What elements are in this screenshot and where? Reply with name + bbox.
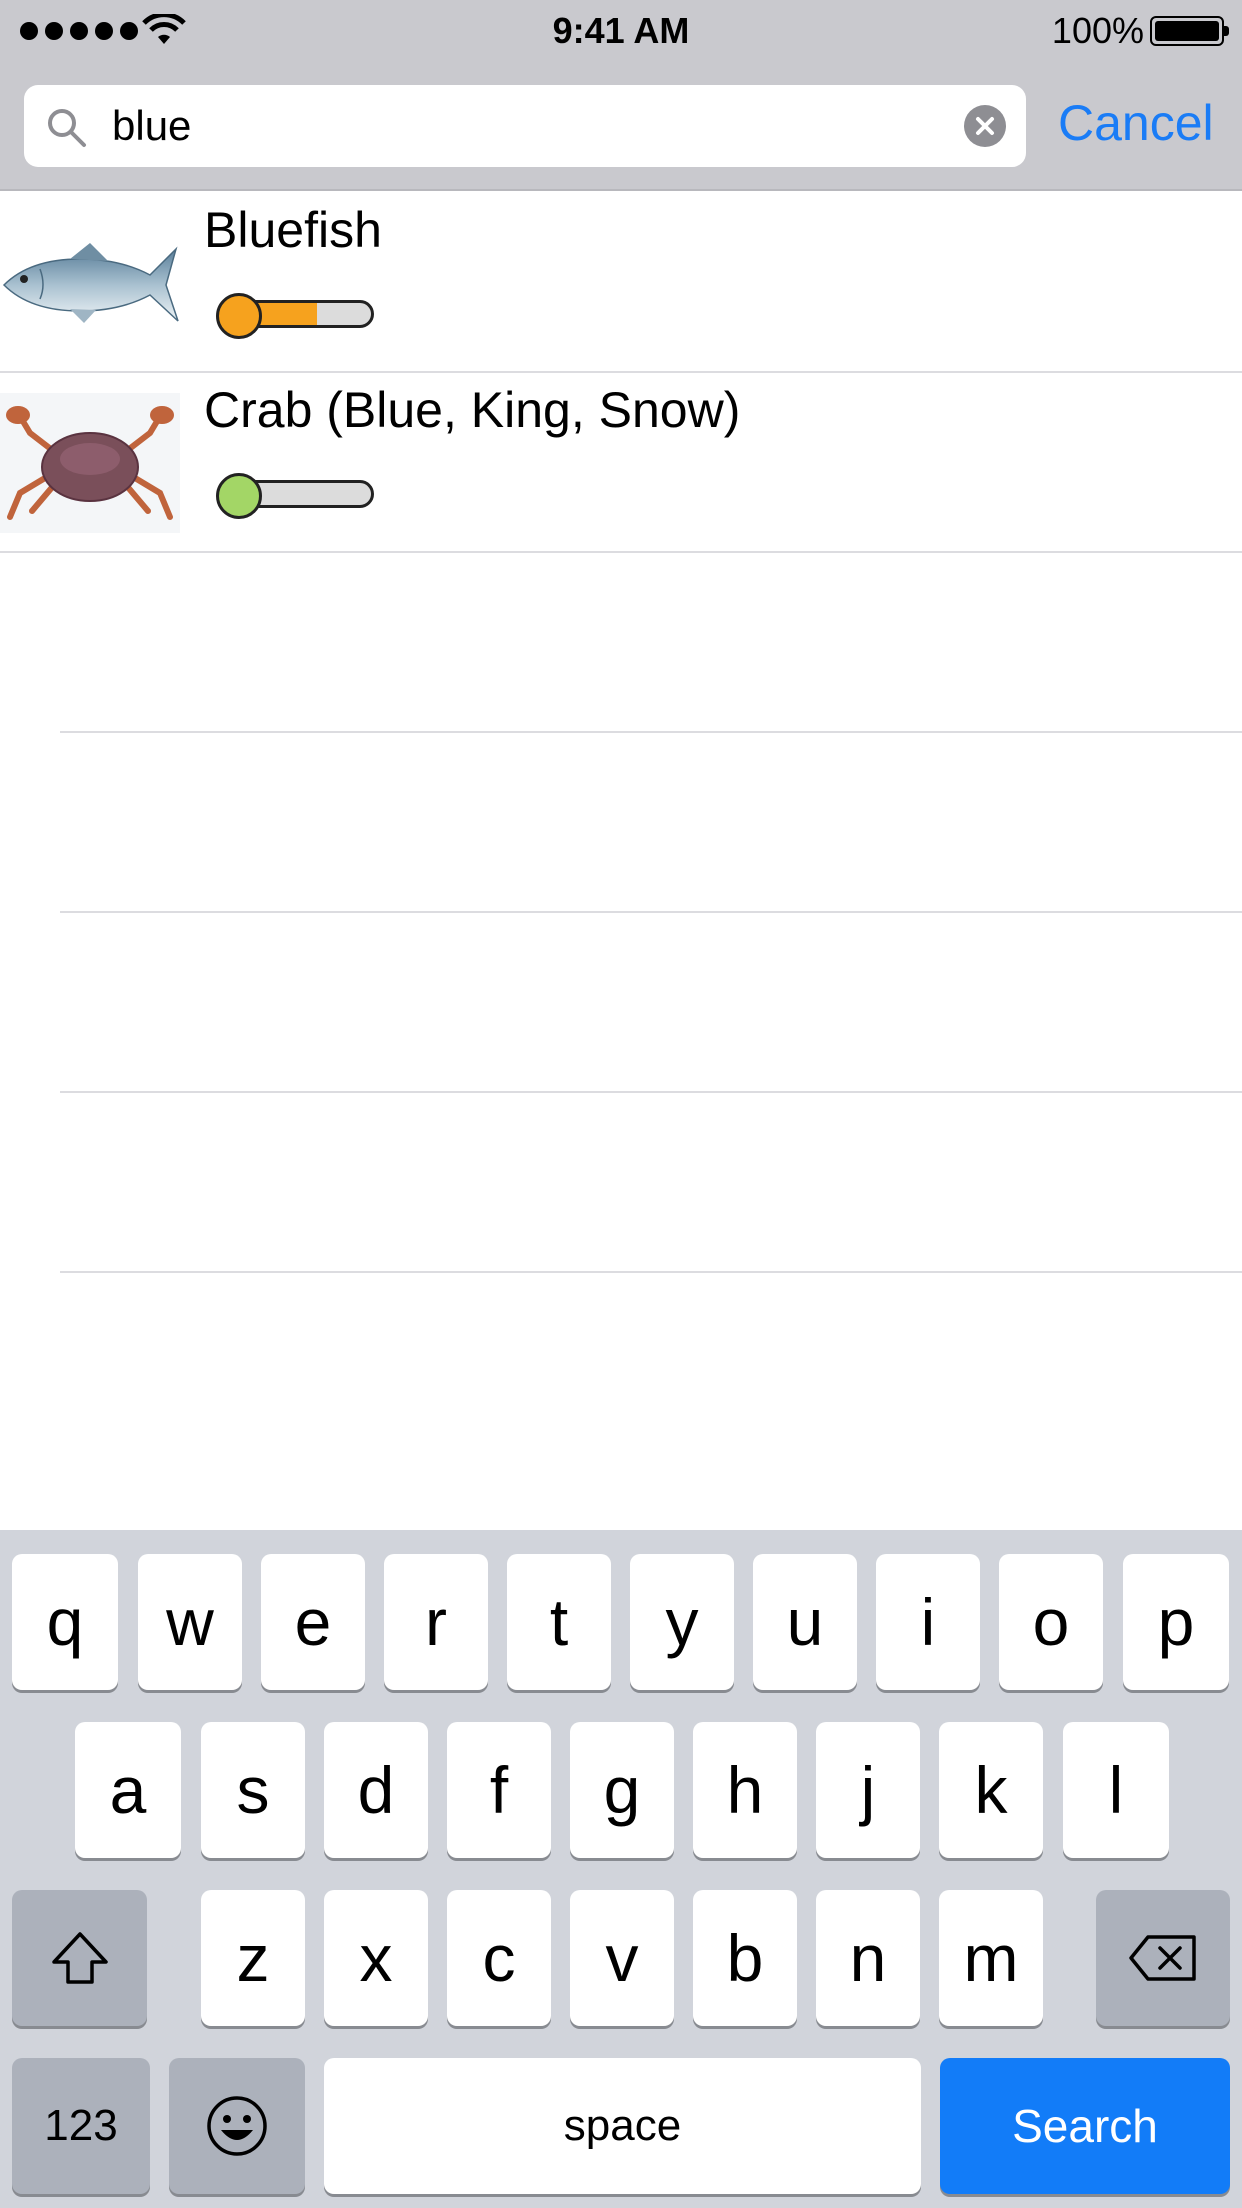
key-e[interactable]: e [261, 1554, 365, 1690]
shift-icon [51, 1932, 108, 1984]
result-title: Crab (Blue, King, Snow) [204, 382, 741, 438]
key-q[interactable]: q [12, 1554, 118, 1690]
key-k[interactable]: k [939, 1722, 1043, 1858]
crab-icon [0, 393, 180, 533]
backspace-icon [1129, 1935, 1196, 1981]
key-s[interactable]: s [201, 1722, 305, 1858]
result-title: Bluefish [204, 202, 382, 258]
empty-row [60, 913, 1242, 1093]
empty-row [60, 553, 1242, 733]
key-x[interactable]: x [324, 1890, 428, 2026]
keyboard: q w e r t y u i o p a s d f g h j k l z … [0, 1530, 1242, 2208]
key-v[interactable]: v [570, 1890, 674, 2026]
backspace-key[interactable] [1096, 1890, 1230, 2026]
search-icon [48, 109, 86, 147]
rating-meter [216, 473, 374, 519]
battery-icon [1150, 16, 1229, 46]
key-t[interactable]: t [507, 1554, 611, 1690]
key-m[interactable]: m [939, 1890, 1043, 2026]
key-r[interactable]: r [384, 1554, 488, 1690]
result-row-bluefish[interactable]: Bluefish [0, 193, 1242, 373]
emoji-icon [207, 2096, 267, 2156]
key-j[interactable]: j [816, 1722, 920, 1858]
key-g[interactable]: g [570, 1722, 674, 1858]
key-a[interactable]: a [75, 1722, 181, 1858]
key-p[interactable]: p [1123, 1554, 1229, 1690]
key-h[interactable]: h [693, 1722, 797, 1858]
search-key[interactable]: Search [940, 2058, 1230, 2194]
battery-percent: 100% [1051, 10, 1144, 51]
key-b[interactable]: b [693, 1890, 797, 2026]
result-row-crab[interactable]: Crab (Blue, King, Snow) [0, 373, 1242, 553]
key-o[interactable]: o [999, 1554, 1103, 1690]
search-bar[interactable] [24, 85, 1026, 167]
empty-row [60, 1273, 1242, 1453]
key-d[interactable]: d [324, 1722, 428, 1858]
key-c[interactable]: c [447, 1890, 551, 2026]
key-z[interactable]: z [201, 1890, 305, 2026]
numbers-key[interactable]: 123 [12, 2058, 150, 2194]
empty-row [60, 1093, 1242, 1273]
space-key[interactable]: space [324, 2058, 921, 2194]
search-results-list: Bluefish Crab (Blue, King, Snow) [0, 193, 1242, 1453]
key-l[interactable]: l [1063, 1722, 1169, 1858]
cancel-button[interactable]: Cancel [1058, 94, 1214, 152]
key-u[interactable]: u [753, 1554, 857, 1690]
key-i[interactable]: i [876, 1554, 980, 1690]
navigation-bar: 9:41 AM 100% Cancel [0, 0, 1242, 191]
key-f[interactable]: f [447, 1722, 551, 1858]
shift-key[interactable] [12, 1890, 147, 2026]
key-w[interactable]: w [138, 1554, 242, 1690]
bluefish-icon [2, 243, 179, 323]
status-bar: 9:41 AM 100% [0, 0, 1242, 60]
clear-text-icon[interactable] [964, 105, 1006, 147]
key-n[interactable]: n [816, 1890, 920, 2026]
rating-meter [216, 293, 374, 339]
emoji-key[interactable] [169, 2058, 305, 2194]
empty-row [60, 733, 1242, 913]
search-input[interactable] [112, 99, 912, 153]
key-y[interactable]: y [630, 1554, 734, 1690]
